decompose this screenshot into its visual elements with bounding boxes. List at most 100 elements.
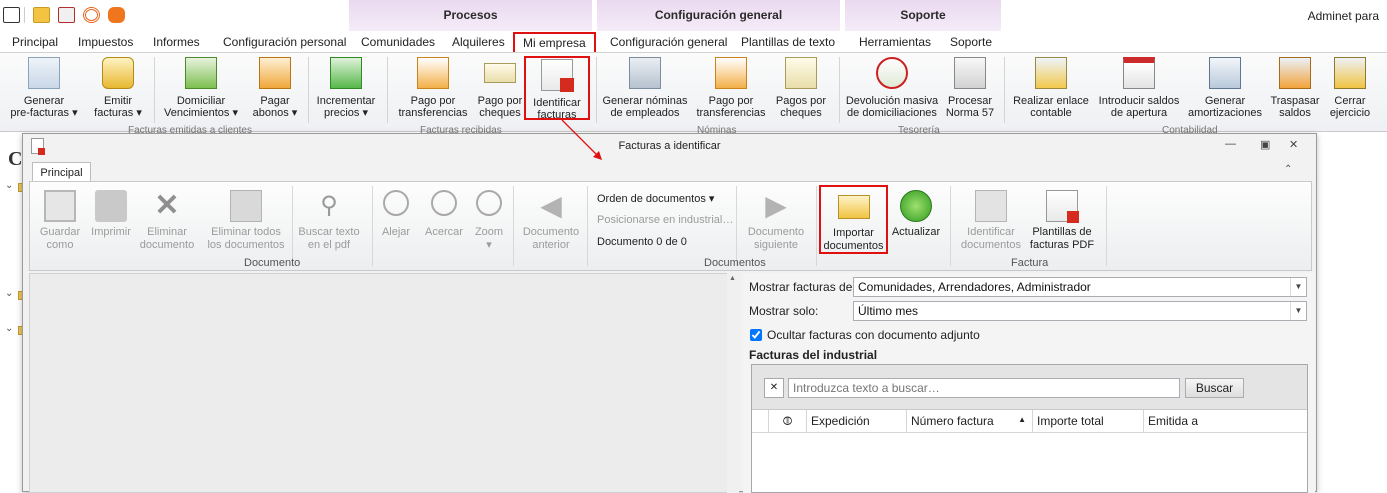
documento-siguiente-button[interactable]: ▶ Documento siguiente (742, 190, 810, 252)
procesar-norma57-button[interactable]: Procesar Norma 57 (942, 57, 998, 119)
eliminar-todos-button[interactable]: Eliminar todos los documentos (200, 190, 292, 252)
separator (24, 7, 25, 23)
column-importe-total[interactable]: Importe total (1033, 410, 1144, 433)
tab-configuracion-personal[interactable]: Configuración personal (223, 35, 346, 49)
mostrar-facturas-select[interactable]: Comunidades, Arrendadores, Administrador… (853, 277, 1307, 297)
invoice-badge-icon (102, 57, 134, 89)
generar-prefacturas-button[interactable]: Generar pre-facturas ▾ (6, 57, 82, 119)
plantillas-facturas-pdf-button[interactable]: Plantillas de facturas PDF (1028, 190, 1096, 252)
identificar-documentos-button[interactable]: Identificar documentos (956, 190, 1026, 252)
owl-icon[interactable] (108, 7, 125, 23)
separator (839, 57, 840, 123)
ocultar-facturas-label: Ocultar facturas con documento adjunto (767, 328, 980, 342)
clear-search-icon[interactable]: ✕ (764, 378, 784, 398)
separator (513, 186, 514, 266)
importar-documentos-button[interactable]: Importar documentos (819, 185, 888, 254)
tab-configuracion-general[interactable]: Configuración general (610, 35, 727, 49)
transfer-icon (715, 57, 747, 89)
chevron-down-icon[interactable]: ⌄ (5, 180, 13, 191)
chevron-down-icon[interactable]: ▼ (1290, 278, 1306, 296)
column-expedicion[interactable]: Expedición (807, 410, 907, 433)
imprimir-button[interactable]: Imprimir (88, 190, 134, 239)
button-label: cheques (479, 107, 521, 119)
acercar-button[interactable]: Acercar (422, 190, 466, 239)
button-label: Zoom (474, 226, 504, 238)
button-label: Pago por (708, 95, 754, 107)
buscar-texto-pdf-button[interactable]: ⚲ Buscar texto en el pdf (296, 190, 362, 252)
realizar-enlace-contable-button[interactable]: Realizar enlace contable (1012, 57, 1090, 119)
eliminar-documento-button[interactable]: ✕ Eliminar documento (136, 190, 198, 252)
tab-plantillas-de-texto[interactable]: Plantillas de texto (741, 35, 835, 49)
pagar-abonos-button[interactable]: Pagar abonos ▾ (246, 57, 304, 119)
separator (308, 57, 309, 123)
button-label: Realizar enlace (1013, 95, 1089, 107)
generar-nominas-button[interactable]: Generar nóminas de empleados (601, 57, 689, 119)
chevron-down-icon[interactable]: ▼ (1290, 302, 1306, 320)
mostrar-solo-select[interactable]: Último mes ▼ (853, 301, 1307, 321)
ocultar-facturas-checkbox[interactable] (750, 329, 762, 341)
traspasar-saldos-button[interactable]: Traspasar saldos (1268, 57, 1322, 119)
pagos-cheques-button[interactable]: Pagos por cheques (773, 57, 829, 119)
tab-comunidades[interactable]: Comunidades (361, 35, 435, 49)
pago-transferencias-button[interactable]: Pago por transferencias (396, 57, 470, 119)
buscar-button[interactable]: Buscar (1185, 378, 1244, 398)
orden-documentos-dropdown[interactable]: Orden de documentos ▾ (597, 192, 714, 205)
annotation-arrow (561, 119, 602, 160)
mail-icon[interactable] (33, 7, 50, 23)
posicionarse-industrial-field[interactable]: Posicionarse en industrial… (597, 214, 733, 226)
chevron-down-icon[interactable]: ⌄ (5, 288, 13, 299)
tab-herramientas[interactable]: Herramientas (859, 35, 931, 49)
separator (596, 57, 597, 123)
pago-cheques-button[interactable]: Pago por cheques (474, 57, 526, 119)
close-icon[interactable]: ✕ (1289, 138, 1298, 151)
nominas-pago-transferencias-button[interactable]: Pago por transferencias (694, 57, 768, 119)
tab-informes[interactable]: Informes (153, 35, 200, 49)
tab-principal[interactable]: Principal (12, 35, 58, 49)
minimize-icon[interactable]: — (1225, 138, 1236, 150)
facturas-dialog: Facturas a identificar — ▣ ✕ Principal ⌃… (22, 133, 1317, 493)
clipboard-icon[interactable] (58, 7, 75, 23)
documento-anterior-button[interactable]: ◀ Documento anterior (520, 190, 582, 252)
domiciliar-vencimientos-button[interactable]: Domiciliar Vencimientos ▾ (160, 57, 242, 119)
separator (387, 57, 388, 123)
pdf-viewer-pane[interactable] (29, 273, 735, 493)
identify-document-icon (975, 190, 1007, 222)
tab-alquileres[interactable]: Alquileres (452, 35, 505, 49)
tab-soporte[interactable]: Soporte (950, 35, 992, 49)
column-emitida-a[interactable]: Emitida a (1144, 410, 1307, 433)
button-label: Importar (833, 227, 874, 239)
dialog-ribbon: Guardar como Imprimir ✕ Eliminar documento… (29, 181, 1312, 271)
vertical-scrollbar[interactable]: ▲ (727, 273, 739, 493)
chevron-down-icon[interactable]: ⌄ (5, 323, 13, 334)
guardar-como-button[interactable]: Guardar como (34, 190, 86, 252)
separator (1106, 186, 1107, 266)
button-label: Vencimientos ▾ (163, 107, 238, 119)
collapse-ribbon-icon[interactable]: ⌃ (1284, 164, 1292, 175)
tab-impuestos[interactable]: Impuestos (78, 35, 133, 49)
actualizar-button[interactable]: Actualizar (890, 190, 942, 239)
sort-asc-icon: ▲ (1018, 415, 1026, 424)
scroll-up-icon[interactable]: ▲ (729, 275, 736, 282)
cerrar-ejercicio-button[interactable]: Cerrar ejercicio (1326, 57, 1374, 119)
rss-icon[interactable] (83, 7, 100, 23)
column-numero-factura[interactable]: Número factura ▲ (907, 410, 1033, 433)
emitir-facturas-button[interactable]: Emitir facturas ▾ (86, 57, 150, 119)
maximize-icon[interactable]: ▣ (1260, 138, 1270, 151)
generar-amortizaciones-button[interactable]: Generar amortizaciones (1186, 57, 1264, 119)
button-label: ejercicio (1329, 107, 1371, 119)
button-label: de domiciliaciones (847, 107, 937, 119)
button-label: Introducir saldos (1098, 95, 1180, 107)
devolucion-masiva-button[interactable]: Devolución masiva de domiciliaciones (845, 57, 939, 119)
n57-document-icon (954, 57, 986, 89)
paperclip-icon[interactable]: ⦷ (769, 410, 807, 433)
delete-x-icon: ✕ (154, 189, 180, 222)
incrementar-precios-button[interactable]: Incrementar precios ▾ (313, 57, 379, 119)
search-input[interactable] (788, 378, 1180, 398)
button-label: de empleados (610, 107, 680, 119)
introducir-saldos-button[interactable]: Introducir saldos de apertura (1096, 57, 1182, 119)
zoom-button[interactable]: Zoom ▾ (470, 190, 508, 252)
app-icon[interactable] (3, 7, 20, 23)
button-label: Generar nóminas (602, 95, 688, 107)
identificar-facturas-button[interactable]: Identificar facturas (524, 56, 590, 121)
alejar-button[interactable]: Alejar (376, 190, 416, 239)
